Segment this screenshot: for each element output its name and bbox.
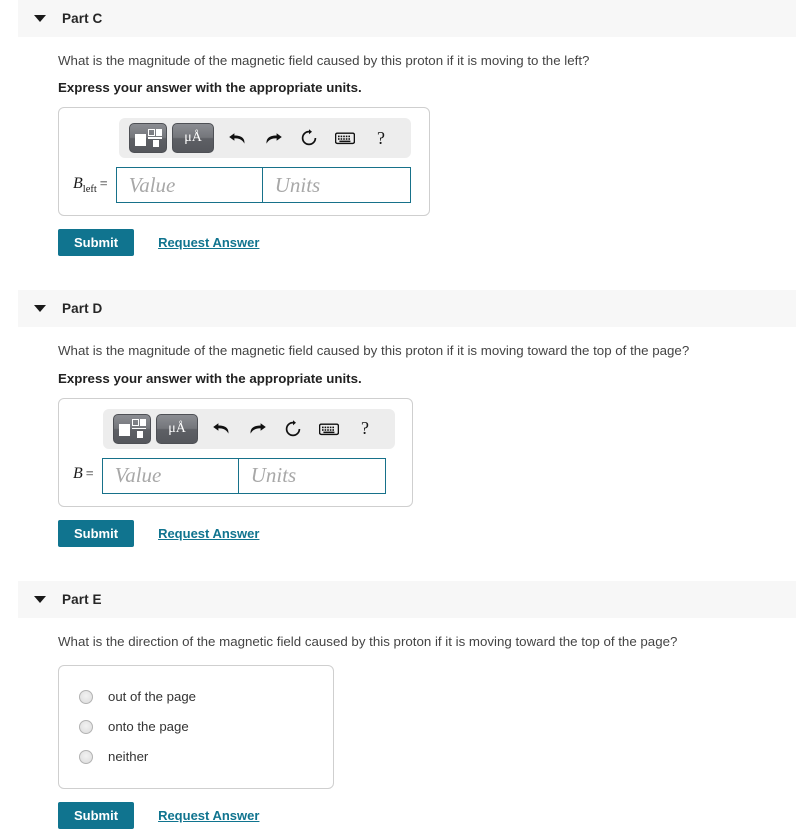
units-placeholder: Units [250, 463, 297, 488]
part-d-submit-row: Submit Request Answer [58, 519, 796, 547]
collapse-caret-icon[interactable] [34, 595, 46, 603]
part-d-variable-label: B = [71, 465, 94, 485]
variable-symbol: B [73, 175, 83, 193]
variable-subscript: left [82, 184, 97, 196]
part-c-instruction: Express your answer with the appropriate… [58, 80, 362, 96]
part-e-block: Part E What is the direction of the magn… [0, 580, 796, 829]
help-button[interactable]: ? [363, 123, 399, 153]
part-d-value-input[interactable]: Value [101, 457, 239, 494]
units-button[interactable]: μÅ [156, 413, 198, 444]
option-label: out of the page [108, 689, 196, 705]
part-e-request-answer-link[interactable]: Request Answer [158, 808, 259, 823]
undo-arrow-icon [228, 132, 244, 144]
template-icon [135, 128, 162, 148]
keyboard-icon [319, 423, 339, 435]
part-c-header[interactable]: Part C [18, 0, 796, 37]
reset-circle-icon [285, 419, 301, 436]
part-d-title: Part D [62, 301, 103, 317]
part-c-value-input[interactable]: Value [115, 167, 263, 204]
part-e-title: Part E [62, 591, 102, 607]
part-d-request-answer-link[interactable]: Request Answer [158, 526, 259, 541]
part-c-variable-label: Bleft = [71, 175, 108, 195]
part-c-body: What is the magnitude of the magnetic fi… [0, 37, 796, 257]
value-placeholder: Value [128, 172, 176, 197]
part-c-units-input[interactable]: Units [262, 167, 411, 204]
micro-angstrom-icon: μÅ [184, 130, 202, 146]
reset-button[interactable] [291, 123, 327, 153]
part-d-instruction: Express your answer with the appropriate… [58, 370, 362, 386]
redo-button[interactable] [255, 123, 291, 153]
part-c-question: What is the magnitude of the magnetic fi… [58, 53, 590, 68]
option-row[interactable]: neither [59, 742, 333, 772]
part-d-block: Part D What is the magnitude of the magn… [0, 290, 796, 547]
option-label: neither [108, 749, 149, 765]
part-d-units-input[interactable]: Units [238, 457, 386, 494]
part-e-question: What is the direction of the magnetic fi… [58, 633, 678, 649]
part-e-body: What is the direction of the magnetic fi… [0, 618, 796, 829]
radio-icon[interactable] [79, 719, 93, 734]
part-e-submit-button[interactable]: Submit [58, 801, 135, 829]
radio-icon[interactable] [79, 749, 93, 764]
units-button[interactable]: μÅ [172, 123, 214, 154]
part-d-body: What is the magnitude of the magnetic fi… [0, 327, 796, 547]
option-row[interactable]: onto the page [59, 712, 333, 742]
part-c-input-row: Bleft = Value Units [71, 167, 417, 204]
redo-button[interactable] [239, 414, 275, 444]
part-d-question: What is the magnitude of the magnetic fi… [58, 343, 690, 359]
part-d-header[interactable]: Part D [18, 290, 796, 328]
part-d-answer-panel: μÅ ? B = Value Units [58, 397, 413, 507]
equals-sign: = [85, 467, 94, 483]
keyboard-button[interactable] [327, 123, 363, 153]
template-button[interactable] [113, 413, 151, 444]
redo-arrow-icon [266, 132, 282, 144]
template-button[interactable] [129, 123, 167, 154]
undo-button[interactable] [203, 414, 239, 444]
part-c-submit-button[interactable]: Submit [58, 229, 135, 257]
redo-arrow-icon [250, 423, 266, 434]
part-c-request-answer-link[interactable]: Request Answer [158, 235, 259, 250]
keyboard-icon [335, 132, 355, 145]
reset-circle-icon [301, 129, 317, 146]
variable-symbol: B [73, 465, 83, 483]
option-row[interactable]: out of the page [59, 682, 333, 712]
collapse-caret-icon[interactable] [34, 15, 46, 22]
keyboard-button[interactable] [311, 414, 347, 444]
units-placeholder: Units [274, 172, 321, 197]
part-c-title: Part C [62, 11, 103, 26]
undo-arrow-icon [212, 423, 228, 434]
part-d-mathfield-toolbar: μÅ ? [103, 408, 395, 449]
radio-icon[interactable] [79, 689, 93, 704]
equals-sign: = [99, 177, 108, 193]
part-c-block: Part C What is the magnitude of the magn… [0, 0, 796, 257]
collapse-caret-icon[interactable] [34, 305, 46, 313]
undo-button[interactable] [219, 123, 255, 153]
part-c-answer-panel: μÅ ? Bleft = Value Units [58, 107, 430, 217]
part-d-input-row: B = Value Units [71, 457, 400, 494]
part-e-submit-row: Submit Request Answer [58, 801, 796, 829]
help-button[interactable]: ? [347, 414, 383, 444]
option-label: onto the page [108, 719, 189, 735]
part-e-header[interactable]: Part E [18, 580, 796, 618]
part-d-submit-button[interactable]: Submit [58, 519, 135, 547]
value-placeholder: Value [114, 463, 162, 488]
part-c-submit-row: Submit Request Answer [58, 229, 796, 257]
reset-button[interactable] [275, 414, 311, 444]
part-e-options-panel: out of the page onto the page neither [58, 664, 334, 789]
micro-angstrom-icon: μÅ [168, 420, 186, 436]
part-c-mathfield-toolbar: μÅ ? [119, 118, 411, 159]
template-icon [119, 419, 146, 438]
